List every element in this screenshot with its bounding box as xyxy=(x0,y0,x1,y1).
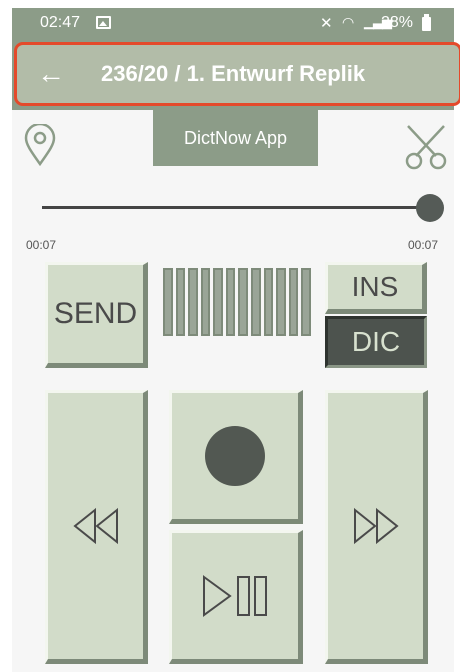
meter-bar xyxy=(276,268,286,336)
meter-bar xyxy=(213,268,223,336)
meter-bar xyxy=(251,268,261,336)
meter-bar xyxy=(175,268,186,336)
meter-bar xyxy=(163,268,173,336)
ins-mode-button[interactable]: INS xyxy=(325,262,427,314)
meter-bar xyxy=(200,268,211,336)
record-button[interactable] xyxy=(169,390,303,524)
meter-bar xyxy=(238,268,249,336)
play-pause-button[interactable] xyxy=(169,530,303,664)
fast-forward-button[interactable] xyxy=(325,390,428,664)
rewind-button[interactable] xyxy=(45,390,148,664)
playback-slider[interactable] xyxy=(42,206,430,209)
meter-bar xyxy=(301,268,311,336)
app-bar: ← 236/20 / 1. Entwurf Replik xyxy=(12,38,460,110)
app-bar-highlight: ← 236/20 / 1. Entwurf Replik xyxy=(14,42,460,106)
dictnow-app-button[interactable]: DictNow App xyxy=(153,110,318,166)
status-time: 02:47 xyxy=(40,14,81,31)
page-title: 236/20 / 1. Entwurf Replik xyxy=(101,61,366,86)
fast-forward-icon xyxy=(353,507,399,545)
slider-thumb[interactable] xyxy=(416,194,444,222)
battery-icon xyxy=(422,14,431,31)
rewind-icon xyxy=(72,507,118,545)
current-position: 00:07 xyxy=(26,238,57,252)
scissors-icon[interactable] xyxy=(402,122,450,175)
arrow-left-icon[interactable]: ← xyxy=(37,59,65,89)
send-button[interactable]: SEND xyxy=(45,262,148,368)
battery-percent: 28% xyxy=(381,14,414,31)
total-duration: 00:07 xyxy=(408,238,439,252)
dic-mode-button[interactable]: DIC xyxy=(325,316,427,368)
mute-icon: ✕ xyxy=(320,15,333,32)
meter-bar xyxy=(225,268,236,336)
meter-bar xyxy=(188,268,198,336)
meter-bar xyxy=(288,268,299,336)
record-icon xyxy=(205,426,265,486)
meter-bar xyxy=(263,268,274,336)
wifi-icon: ◠ xyxy=(342,14,355,30)
play-pause-icon xyxy=(203,575,267,617)
level-meter xyxy=(163,268,311,336)
map-pin-icon[interactable] xyxy=(24,122,56,171)
status-bar: 02:47 ✕ ◠ ▁▃▅ 28% xyxy=(12,8,454,38)
image-icon xyxy=(96,16,111,29)
